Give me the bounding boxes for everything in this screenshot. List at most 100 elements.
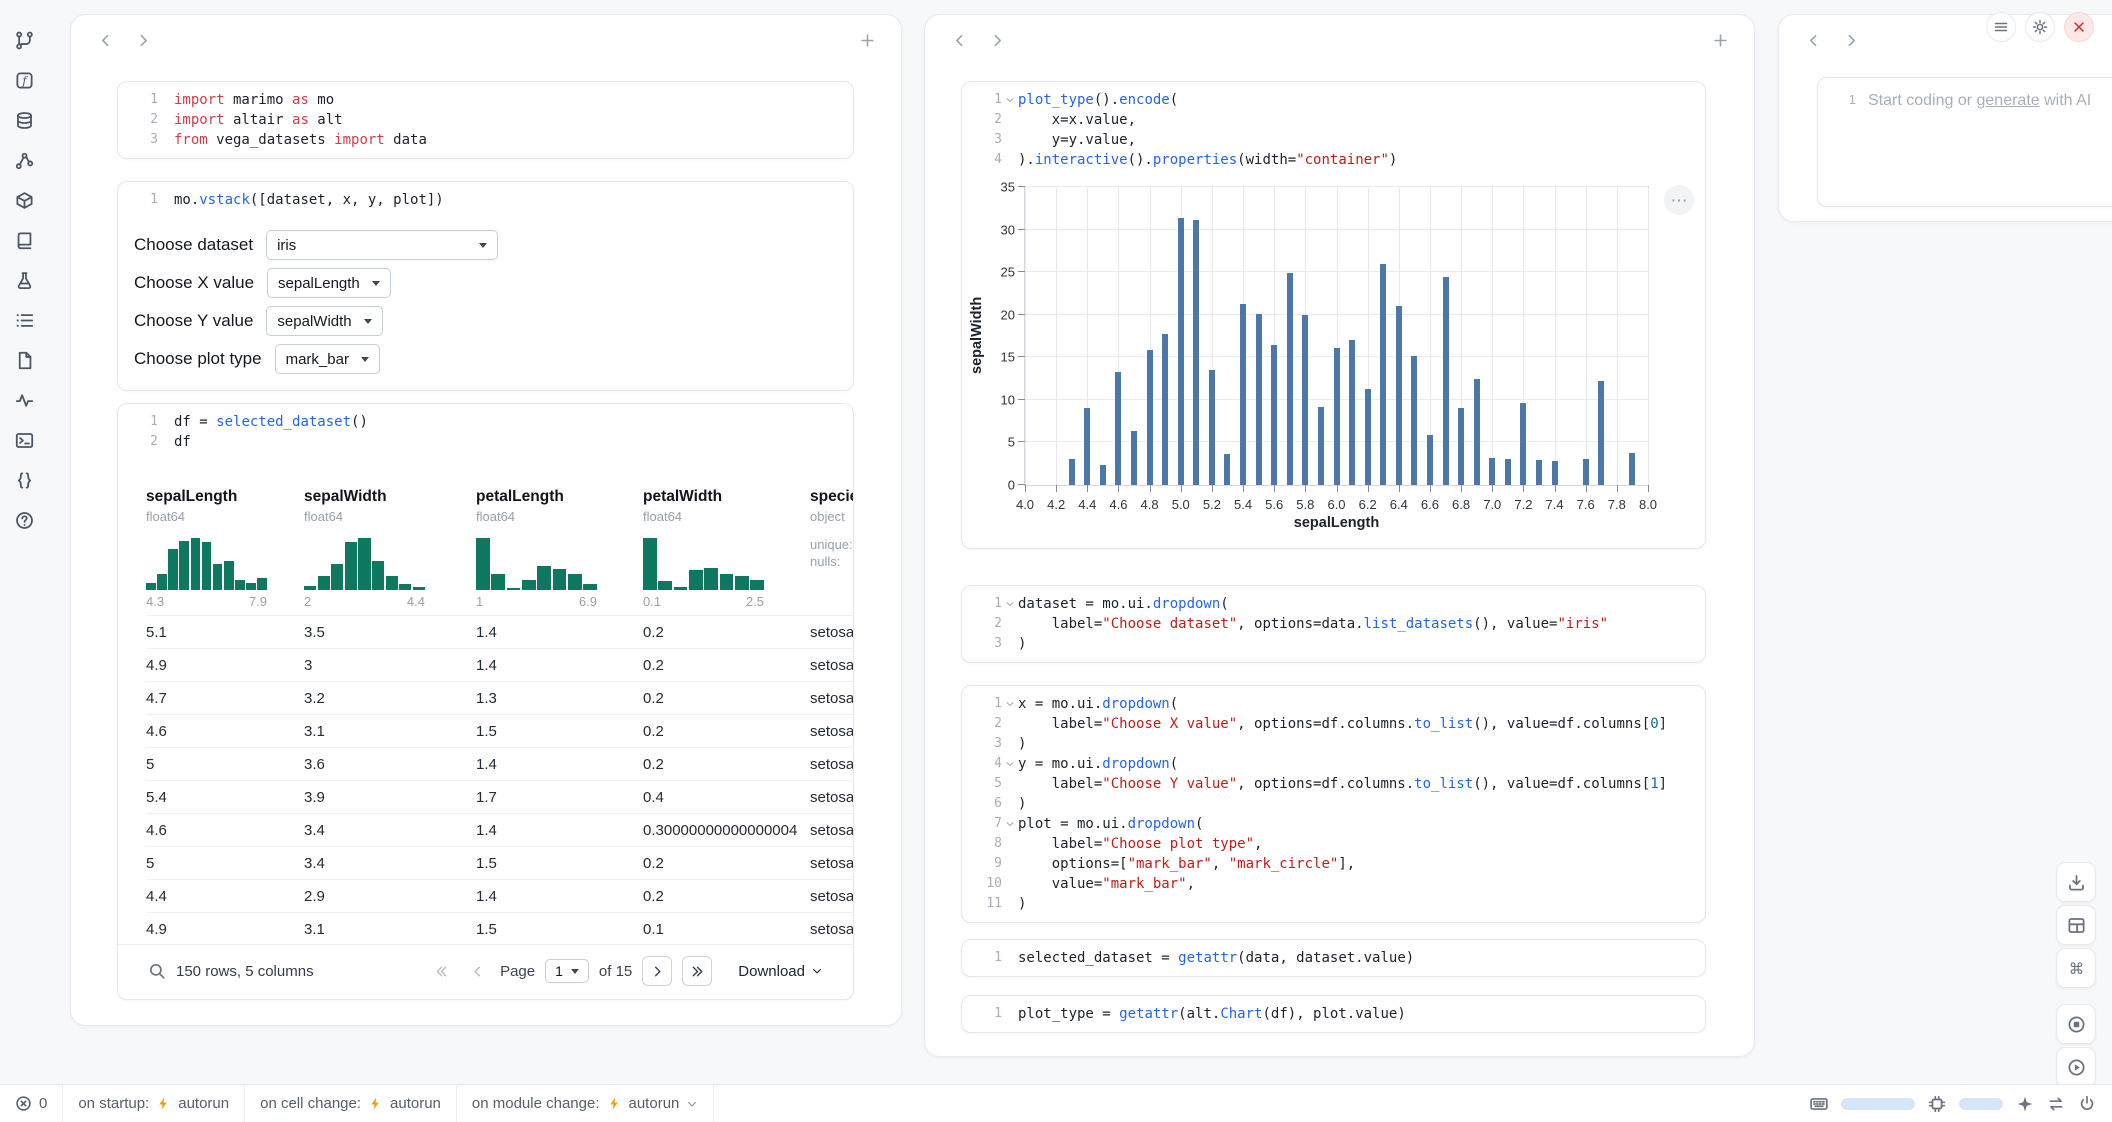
table-row[interactable]: 4.73.21.30.2setosa	[146, 681, 853, 714]
search-icon[interactable]	[148, 962, 166, 980]
swap-icon[interactable]	[2047, 1095, 2065, 1113]
export-button[interactable]	[2056, 862, 2096, 902]
cell-imports[interactable]: 1import marimo as mo2import altair as al…	[117, 81, 854, 159]
code-line[interactable]: 8 label="Choose plot type",	[962, 834, 1691, 854]
rail-terminal-icon[interactable]	[10, 426, 38, 454]
code-line[interactable]: 1plot_type().encode(	[962, 90, 1691, 110]
table-row[interactable]: 5.43.91.70.4setosa	[146, 780, 853, 813]
code-line[interactable]: 5 label="Choose Y value", options=df.col…	[962, 774, 1691, 794]
prev-page-button[interactable]	[464, 958, 490, 984]
next-page-button[interactable]	[642, 956, 672, 986]
generate-with-ai-link[interactable]: generate	[1977, 92, 2040, 109]
column-scroll-right-button[interactable]	[129, 26, 157, 54]
column-header[interactable]: petalLengthfloat6416.9	[476, 488, 643, 615]
table-row[interactable]: 4.42.91.40.2setosa	[146, 879, 853, 912]
code-line[interactable]: 10 value="mark_bar",	[962, 874, 1691, 894]
code-line[interactable]: 1import marimo as mo	[118, 90, 839, 110]
cell-xy-plot-dropdowns[interactable]: 1x = mo.ui.dropdown(2 label="Choose X va…	[961, 685, 1706, 923]
rail-help-icon[interactable]	[10, 506, 38, 534]
rail-flask-icon[interactable]	[10, 266, 38, 294]
add-cell-button[interactable]	[1706, 26, 1734, 54]
code-line[interactable]: 3)	[962, 734, 1691, 754]
table-row[interactable]: 4.93.11.50.1setosa	[146, 912, 853, 945]
close-button[interactable]	[2064, 12, 2094, 42]
autorun-setting[interactable]: on startup:autorun	[63, 1085, 245, 1122]
last-page-button[interactable]	[682, 956, 712, 986]
table-row[interactable]: 4.63.41.40.30000000000000004setosa	[146, 813, 853, 846]
code-line[interactable]: 3 y=y.value,	[962, 130, 1691, 150]
column-header[interactable]: sepalWidthfloat6424.4	[304, 488, 476, 615]
autorun-setting[interactable]: on cell change:autorun	[245, 1085, 457, 1122]
code-line[interactable]: 1x = mo.ui.dropdown(	[962, 694, 1691, 714]
menu-button[interactable]	[1986, 12, 2016, 42]
keyboard-icon[interactable]	[1810, 1095, 1828, 1113]
shutdown-button[interactable]	[2056, 1004, 2096, 1044]
code-line[interactable]: 1df = selected_dataset()	[118, 412, 839, 432]
rail-database-icon[interactable]	[10, 106, 38, 134]
dropdown-choose-x-value[interactable]: sepalLength	[267, 268, 391, 298]
table-row[interactable]: 4.931.40.2setosa	[146, 648, 853, 681]
first-page-button[interactable]	[428, 958, 454, 984]
column-scroll-left-button[interactable]	[1799, 26, 1827, 54]
code-line[interactable]: 11)	[962, 894, 1691, 914]
add-cell-button[interactable]	[853, 26, 881, 54]
table-row[interactable]: 4.63.11.50.2setosa	[146, 714, 853, 747]
sparkle-icon[interactable]	[2016, 1095, 2034, 1113]
settings-button[interactable]	[2025, 12, 2055, 42]
download-button[interactable]: Download	[738, 963, 823, 980]
column-header[interactable]: petalWidthfloat640.12.5	[643, 488, 810, 615]
code-line[interactable]: 2import altair as alt	[118, 110, 839, 130]
column-scroll-right-button[interactable]	[1837, 26, 1865, 54]
dropdown-choose-dataset[interactable]: iris	[266, 230, 498, 260]
code-line[interactable]: 4).interactive().properties(width="conta…	[962, 150, 1691, 170]
table-row[interactable]: 53.41.50.2setosa	[146, 846, 853, 879]
code-line[interactable]: 3)	[962, 634, 1691, 654]
table-row[interactable]: 53.61.40.2setosa	[146, 747, 853, 780]
rail-notebook-tree-icon[interactable]	[10, 26, 38, 54]
cell-dataset-dropdown[interactable]: 1dataset = mo.ui.dropdown(2 label="Choos…	[961, 585, 1706, 663]
column-header[interactable]: speciesobjectunique:nulls:	[810, 488, 853, 615]
code-line[interactable]: 1mo.vstack([dataset, x, y, plot])	[118, 190, 839, 210]
rail-braces-icon[interactable]	[10, 466, 38, 494]
empty-code-editor[interactable]: 1 Start coding or generate with AI	[1817, 77, 2112, 207]
rail-outline-icon[interactable]	[10, 306, 38, 334]
rail-file-icon[interactable]	[10, 346, 38, 374]
power-icon[interactable]	[2078, 1095, 2096, 1113]
cell-selected-dataset[interactable]: 1selected_dataset = getattr(data, datase…	[961, 939, 1706, 977]
code-line[interactable]: 6)	[962, 794, 1691, 814]
rail-function-icon[interactable]: f	[10, 66, 38, 94]
cell-vstack[interactable]: 1mo.vstack([dataset, x, y, plot]) Choose…	[117, 181, 854, 391]
code-line[interactable]: 2 label="Choose dataset", options=data.l…	[962, 614, 1691, 634]
rail-variables-graph-icon[interactable]	[10, 146, 38, 174]
code-line[interactable]: 7plot = mo.ui.dropdown(	[962, 814, 1691, 834]
rail-package-icon[interactable]	[10, 186, 38, 214]
dropdown-choose-y-value[interactable]: sepalWidth	[266, 306, 382, 336]
cell-plot-type[interactable]: 1plot_type = getattr(alt.Chart(df), plot…	[961, 995, 1706, 1033]
layout-button[interactable]	[2056, 905, 2096, 945]
errors-indicator[interactable]: 0	[0, 1085, 63, 1122]
code-line[interactable]: 3from vega_datasets import data	[118, 130, 839, 150]
column-header[interactable]: sepalLengthfloat644.37.9	[146, 488, 304, 615]
command-button[interactable]: ⌘	[2056, 948, 2096, 988]
autorun-setting[interactable]: on module change:autorun	[457, 1085, 714, 1122]
table-row[interactable]: 5.13.51.40.2setosa	[146, 615, 853, 648]
rail-activity-icon[interactable]	[10, 386, 38, 414]
dropdown-choose-plot-type[interactable]: mark_bar	[275, 344, 380, 374]
code-line[interactable]: 1selected_dataset = getattr(data, datase…	[962, 948, 1691, 968]
code-line[interactable]: 2 label="Choose X value", options=df.col…	[962, 714, 1691, 734]
code-line[interactable]: 9 options=["mark_bar", "mark_circle"],	[962, 854, 1691, 874]
code-line[interactable]: 4y = mo.ui.dropdown(	[962, 754, 1691, 774]
code-line[interactable]: 1plot_type = getattr(alt.Chart(df), plot…	[962, 1004, 1691, 1024]
code-line[interactable]: 2df	[118, 432, 839, 452]
cell-dataframe[interactable]: 1df = selected_dataset()2df sepalLengthf…	[117, 403, 854, 1000]
run-all-button[interactable]	[2056, 1047, 2096, 1087]
column-scroll-left-button[interactable]	[91, 26, 119, 54]
column-scroll-right-button[interactable]	[983, 26, 1011, 54]
column-scroll-left-button[interactable]	[945, 26, 973, 54]
code-line[interactable]: 1dataset = mo.ui.dropdown(	[962, 594, 1691, 614]
cell-plot[interactable]: 1plot_type().encode(2 x=x.value,3 y=y.va…	[961, 81, 1706, 549]
chart-options-button[interactable]: ⋯	[1664, 185, 1694, 215]
rail-book-icon[interactable]	[10, 226, 38, 254]
altair-bar-chart[interactable]: sepalLength sepalWidth ⋯ 4.04.24.44.64.8…	[1024, 186, 1649, 538]
page-select[interactable]: 1	[545, 959, 589, 983]
